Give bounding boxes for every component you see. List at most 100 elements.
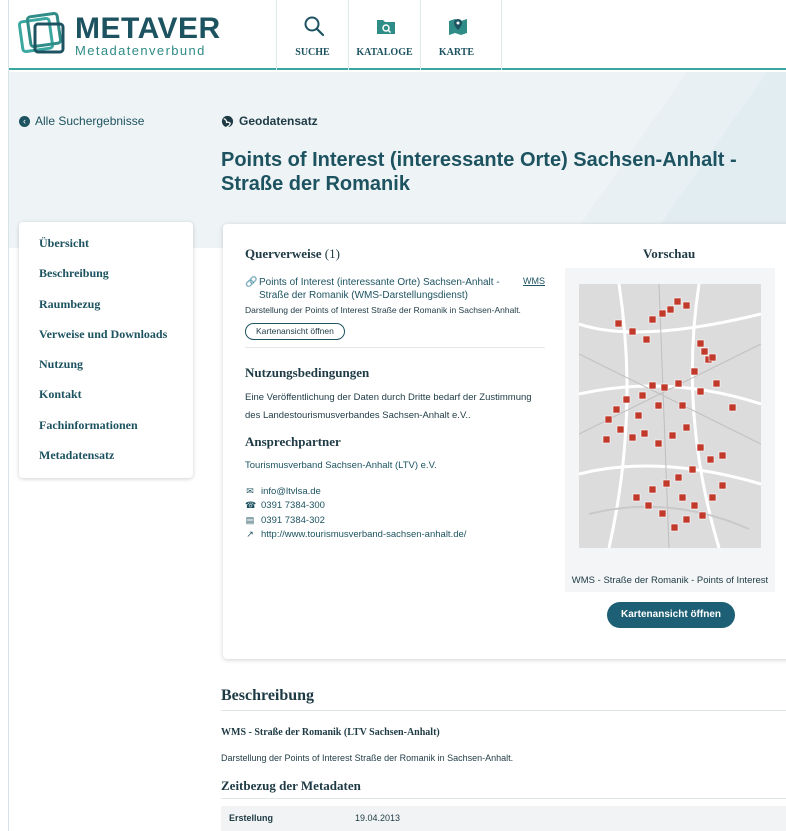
poi-marker xyxy=(634,411,643,420)
poi-marker xyxy=(642,335,651,344)
brand-subtitle: Metadatenverbund xyxy=(75,43,206,58)
metadata-time-heading: Zeitbezug der Metadaten xyxy=(221,778,361,793)
back-to-results-link[interactable]: ‹ Alle Suchergebnisse xyxy=(19,114,144,128)
back-to-results-label: Alle Suchergebnisse xyxy=(35,114,145,128)
brand-logo[interactable]: METAVER Metadatenverbund xyxy=(17,10,220,62)
sidebar-item-raumbezug[interactable]: Raumbezug xyxy=(19,297,193,327)
section-sidebar: Übersicht Beschreibung Raumbezug Verweis… xyxy=(19,222,193,478)
overview-card: Querverweise (1) 🔗 Points of Interest (i… xyxy=(223,224,786,659)
poi-marker xyxy=(614,319,623,328)
poi-marker xyxy=(682,423,691,432)
poi-marker xyxy=(666,305,675,314)
nav-divider xyxy=(501,0,502,70)
contact-fax-value: 0391 7384-302 xyxy=(261,514,325,526)
nav-catalogs-label: KATALOGE xyxy=(356,47,413,58)
poi-marker xyxy=(728,403,737,412)
poi-marker xyxy=(662,479,671,488)
poi-marker xyxy=(712,379,721,388)
sidebar-item-beschreibung[interactable]: Beschreibung xyxy=(19,266,193,296)
poi-marker xyxy=(682,301,691,310)
poi-marker xyxy=(622,395,631,404)
contact-phone[interactable]: ☎ 0391 7384-300 xyxy=(245,499,466,514)
sidebar-item-kontakt[interactable]: Kontakt xyxy=(19,387,193,417)
sidebar-item-verweise[interactable]: Verweise und Downloads xyxy=(19,327,193,357)
contact-email-value: info@ltvlsa.de xyxy=(261,485,321,497)
table-row: Erstellung 19.04.2013 xyxy=(221,806,786,831)
logo-mark-icon xyxy=(17,11,65,54)
cross-references-heading: Querverweise (1) xyxy=(245,246,340,262)
poi-marker xyxy=(696,387,705,396)
mail-icon: ✉ xyxy=(246,485,254,496)
poi-marker xyxy=(632,493,641,502)
poi-marker xyxy=(658,309,667,318)
preview-map-image[interactable] xyxy=(579,284,761,548)
nav-catalogs[interactable]: KATALOGE xyxy=(348,0,420,70)
divider xyxy=(245,347,545,348)
dataset-type: Geodatensatz xyxy=(221,114,318,128)
external-link-icon: ↗ xyxy=(246,529,254,540)
top-header: METAVER Metadatenverbund SUCHE KATALOGE xyxy=(9,0,786,70)
poi-marker xyxy=(648,381,657,390)
poi-marker xyxy=(678,401,687,410)
cross-reference-item: 🔗 Points of Interest (interessante Orte)… xyxy=(245,276,545,315)
map-thumbnail xyxy=(579,284,761,548)
divider xyxy=(221,798,786,799)
sidebar-item-uebersicht[interactable]: Übersicht xyxy=(19,236,193,266)
poi-marker xyxy=(644,501,653,510)
poi-marker xyxy=(616,425,625,434)
open-map-view-button-small[interactable]: Kartenansicht öffnen xyxy=(245,323,345,340)
page-title: Points of Interest (interessante Orte) S… xyxy=(221,149,737,195)
poi-marker xyxy=(696,339,705,348)
poi-marker xyxy=(648,315,657,324)
poi-marker xyxy=(678,493,687,502)
poi-marker xyxy=(628,433,637,442)
poi-marker xyxy=(718,451,727,460)
poi-marker xyxy=(674,473,683,482)
poi-marker xyxy=(698,511,707,520)
poi-marker xyxy=(688,465,697,474)
poi-marker xyxy=(640,429,649,438)
cross-reference-link[interactable]: 🔗 Points of Interest (interessante Orte)… xyxy=(245,276,515,302)
brand-name: METAVER xyxy=(75,12,221,45)
poi-marker xyxy=(654,439,663,448)
phone-icon: ☎ xyxy=(245,500,257,511)
sidebar-item-nutzung[interactable]: Nutzung xyxy=(19,357,193,387)
preview-heading: Vorschau xyxy=(643,246,696,261)
map-icon xyxy=(449,19,467,35)
globe-icon xyxy=(221,115,234,128)
open-map-view-button[interactable]: Kartenansicht öffnen xyxy=(607,602,735,628)
dataset-type-label: Geodatensatz xyxy=(239,114,318,128)
poi-marker xyxy=(718,481,727,490)
cross-reference-description: Darstellung der Points of Interest Straß… xyxy=(245,305,521,315)
search-icon xyxy=(304,16,325,37)
preview-panel: WMS - Straße der Romanik - Points of Int… xyxy=(565,268,775,592)
link-icon: 🔗 xyxy=(245,277,258,288)
sidebar-item-metadatensatz[interactable]: Metadatensatz xyxy=(19,448,193,478)
contact-email[interactable]: ✉ info@ltvlsa.de xyxy=(245,484,466,499)
poi-marker xyxy=(602,435,611,444)
poi-marker xyxy=(612,405,621,414)
service-type-badge[interactable]: WMS xyxy=(523,276,545,286)
nav-map[interactable]: KARTE xyxy=(420,0,492,70)
sidebar-item-fachinformationen[interactable]: Fachinformationen xyxy=(19,418,193,448)
poi-marker xyxy=(682,515,691,524)
contact-organisation-link[interactable]: Tourismusverband Sachsen-Anhalt (LTV) e.… xyxy=(245,460,437,471)
cross-reference-link-text: Points of Interest (interessante Orte) S… xyxy=(259,277,500,301)
nav-search[interactable]: SUCHE xyxy=(276,0,348,70)
fax-icon: ▤ xyxy=(245,514,255,525)
contact-website[interactable]: ↗ http://www.tourismusverband-sachsen-an… xyxy=(245,528,466,543)
poi-marker xyxy=(670,523,679,532)
poi-marker xyxy=(673,297,682,306)
poi-marker xyxy=(706,455,715,464)
contact-fax: ▤ 0391 7384-302 xyxy=(245,513,466,528)
poi-marker xyxy=(660,383,669,392)
description-heading: Beschreibung xyxy=(221,687,315,704)
table-cell-value: 19.04.2013 xyxy=(355,813,401,823)
poi-marker xyxy=(708,353,717,362)
poi-marker xyxy=(708,493,717,502)
contact-website-value: http://www.tourismusverband-sachsen-anha… xyxy=(261,529,467,541)
divider xyxy=(221,710,786,711)
poi-marker xyxy=(690,501,699,510)
terms-of-use-heading: Nutzungsbedingungen xyxy=(245,365,370,380)
cross-references-count: (1) xyxy=(324,246,340,261)
